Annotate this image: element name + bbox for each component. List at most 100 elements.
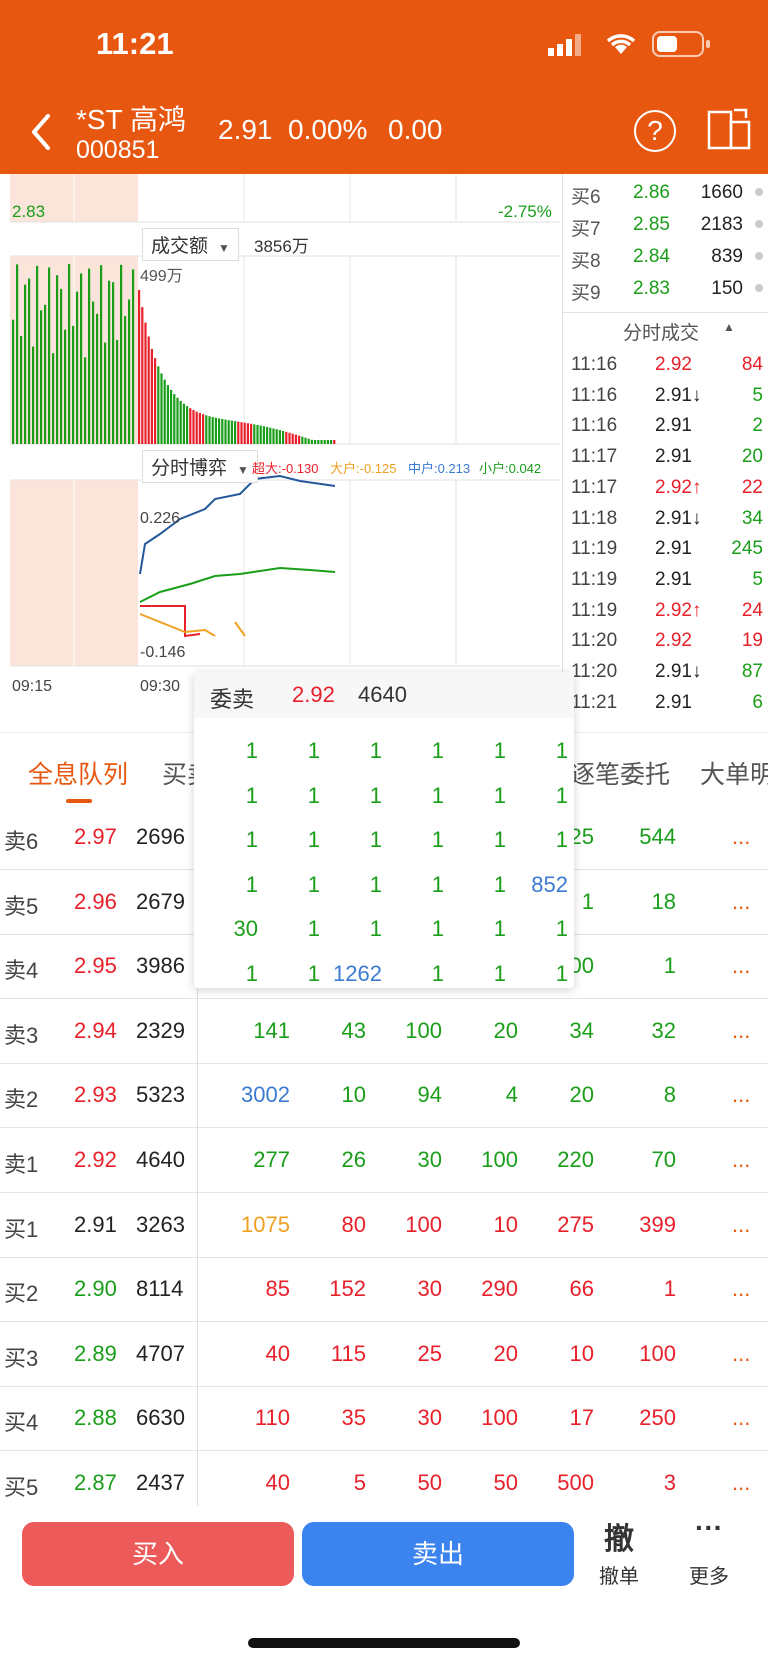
- volume-selector[interactable]: 成交额 ▼: [142, 228, 239, 261]
- table-row[interactable]: 买4 2.88 6630 110 35 30 100 17 250...: [0, 1387, 768, 1452]
- queue-popup[interactable]: 委卖 2.92 4640 1 1 1 1 1 1 1 1 1 1 1 1 1 1 1 1 1 1 1 1 1 1 1 852 3…: [194, 672, 574, 988]
- queue-cell[interactable]: 50: [448, 1470, 518, 1496]
- table-row[interactable]: 买2 2.90 8114 85 152 30 290 66 1...: [0, 1258, 768, 1323]
- queue-cell[interactable]: 26: [296, 1147, 366, 1173]
- table-row[interactable]: 卖1 2.92 4640 277 26 30 100 220 70...: [0, 1129, 768, 1193]
- queue-cell[interactable]: 35: [296, 1405, 366, 1431]
- queue-cell[interactable]: 275: [524, 1212, 594, 1238]
- queue-cell[interactable]: 100: [448, 1147, 518, 1173]
- volume-bar: [221, 419, 224, 444]
- queue-more[interactable]: ...: [732, 1405, 750, 1431]
- queue-more[interactable]: ...: [732, 1276, 750, 1302]
- queue-cell[interactable]: 30: [372, 1405, 442, 1431]
- table-row[interactable]: 卖2 2.93 5323 3002 10 94 4 20 8...: [0, 1064, 768, 1129]
- queue-cell[interactable]: 3: [606, 1470, 676, 1496]
- back-icon[interactable]: [24, 110, 60, 154]
- queue-cell[interactable]: 1: [606, 1276, 676, 1302]
- queue-cell[interactable]: 1075: [220, 1212, 290, 1238]
- queue-cell[interactable]: 20: [448, 1341, 518, 1367]
- orderbook-row[interactable]: 买7 2.85 2183: [571, 210, 767, 242]
- orderbook-row[interactable]: 买8 2.84 839: [571, 242, 767, 274]
- queue-cell[interactable]: 8: [606, 1082, 676, 1108]
- sell-button[interactable]: 卖出: [302, 1522, 574, 1586]
- game-selector[interactable]: 分时博弈 ▼: [142, 450, 258, 483]
- queue-cell[interactable]: 100: [372, 1018, 442, 1044]
- queue-cell[interactable]: 399: [606, 1212, 676, 1238]
- queue-cell[interactable]: 85: [220, 1276, 290, 1302]
- queue-more[interactable]: ...: [732, 1082, 750, 1108]
- queue-cell[interactable]: 20: [448, 1018, 518, 1044]
- queue-more[interactable]: ...: [732, 1212, 750, 1238]
- queue-cell[interactable]: 50: [372, 1470, 442, 1496]
- queue-cell[interactable]: 20: [524, 1082, 594, 1108]
- ticks-title[interactable]: 分时成交: [623, 318, 699, 345]
- queue-cell[interactable]: 100: [606, 1341, 676, 1367]
- intraday-chart[interactable]: 2.83 -2.75% 成交额 ▼ 3856万 499万 分时博弈 ▼ 超大:-0.…: [0, 174, 562, 732]
- orderbook-row[interactable]: 买9 2.83 150: [571, 274, 767, 306]
- queue-cell[interactable]: 110: [220, 1405, 290, 1431]
- cancel-order-button[interactable]: 撤 撤单: [584, 1514, 654, 1589]
- popup-cell: 1: [245, 738, 258, 763]
- queue-cell[interactable]: 30: [372, 1276, 442, 1302]
- queue-more[interactable]: ...: [732, 889, 750, 915]
- tab-order-by-order[interactable]: 逐笔委托: [570, 755, 670, 791]
- queue-cell[interactable]: 70: [606, 1147, 676, 1173]
- queue-more[interactable]: ...: [732, 824, 750, 850]
- queue-cell[interactable]: 277: [220, 1147, 290, 1173]
- queue-cell[interactable]: 40: [220, 1341, 290, 1367]
- queue-cell[interactable]: 141: [220, 1018, 290, 1044]
- queue-cell[interactable]: 43: [296, 1018, 366, 1044]
- queue-cell[interactable]: 40: [220, 1470, 290, 1496]
- queue-more[interactable]: ...: [732, 1018, 750, 1044]
- queue-cell[interactable]: 500: [524, 1470, 594, 1496]
- queue-cell[interactable]: 94: [372, 1082, 442, 1108]
- chevron-up-icon[interactable]: ▲: [723, 320, 735, 334]
- volume-bar: [120, 264, 123, 444]
- volume-bar: [16, 264, 19, 444]
- queue-cell[interactable]: 220: [524, 1147, 594, 1173]
- queue-cell[interactable]: 17: [524, 1405, 594, 1431]
- queue-cell[interactable]: 152: [296, 1276, 366, 1302]
- queue-cell[interactable]: 32: [606, 1018, 676, 1044]
- queue-more[interactable]: ...: [732, 1147, 750, 1173]
- queue-cell[interactable]: 1: [606, 953, 676, 979]
- queue-cell[interactable]: 25: [372, 1341, 442, 1367]
- queue-cell[interactable]: 10: [296, 1082, 366, 1108]
- volume-bar: [240, 422, 243, 444]
- switch-layout-icon[interactable]: [706, 106, 752, 152]
- queue-cell[interactable]: 4: [448, 1082, 518, 1108]
- queue-more[interactable]: ...: [732, 1470, 750, 1496]
- more-button[interactable]: ··· 更多: [674, 1514, 744, 1589]
- queue-cell[interactable]: 290: [448, 1276, 518, 1302]
- home-indicator: [248, 1638, 520, 1648]
- queue-cell[interactable]: 3002: [220, 1082, 290, 1108]
- queue-more[interactable]: ...: [732, 953, 750, 979]
- volume-bar: [266, 426, 269, 444]
- orderbook-panel[interactable]: 买6 2.86 1660 买7 2.85 2183 买8 2.84 839 买9 2.83 150 分…: [562, 174, 768, 732]
- queue-cell[interactable]: 5: [296, 1470, 366, 1496]
- orderbook-row[interactable]: 买6 2.86 1660: [571, 178, 767, 210]
- queue-cell[interactable]: 544: [606, 824, 676, 850]
- tick-row: 11:21 2.91 6: [571, 688, 767, 720]
- queue-cell[interactable]: 34: [524, 1018, 594, 1044]
- tab-big-orders[interactable]: 大单明: [700, 755, 768, 791]
- volume-bar: [282, 430, 285, 444]
- queue-cell[interactable]: 250: [606, 1405, 676, 1431]
- queue-cell[interactable]: 115: [296, 1341, 366, 1367]
- buy-button[interactable]: 买入: [22, 1522, 294, 1586]
- queue-more[interactable]: ...: [732, 1341, 750, 1367]
- queue-cell[interactable]: 66: [524, 1276, 594, 1302]
- queue-cell[interactable]: 100: [372, 1212, 442, 1238]
- help-icon[interactable]: ?: [634, 110, 676, 152]
- queue-cell[interactable]: 10: [524, 1341, 594, 1367]
- queue-cell[interactable]: 30: [372, 1147, 442, 1173]
- table-row[interactable]: 买1 2.91 3263 1075 80 100 10 275 399...: [0, 1194, 768, 1258]
- table-row[interactable]: 买3 2.89 4707 40 115 25 20 10 100...: [0, 1323, 768, 1387]
- queue-cell[interactable]: 18: [606, 889, 676, 915]
- queue-cell[interactable]: 80: [296, 1212, 366, 1238]
- table-row[interactable]: 买5 2.87 2437 40 5 50 50 500 3...: [0, 1452, 768, 1506]
- queue-cell[interactable]: 100: [448, 1405, 518, 1431]
- tab-full-queue[interactable]: 全息队列: [28, 755, 128, 791]
- table-row[interactable]: 卖3 2.94 2329 141 43 100 20 34 32...: [0, 1000, 768, 1064]
- queue-cell[interactable]: 10: [448, 1212, 518, 1238]
